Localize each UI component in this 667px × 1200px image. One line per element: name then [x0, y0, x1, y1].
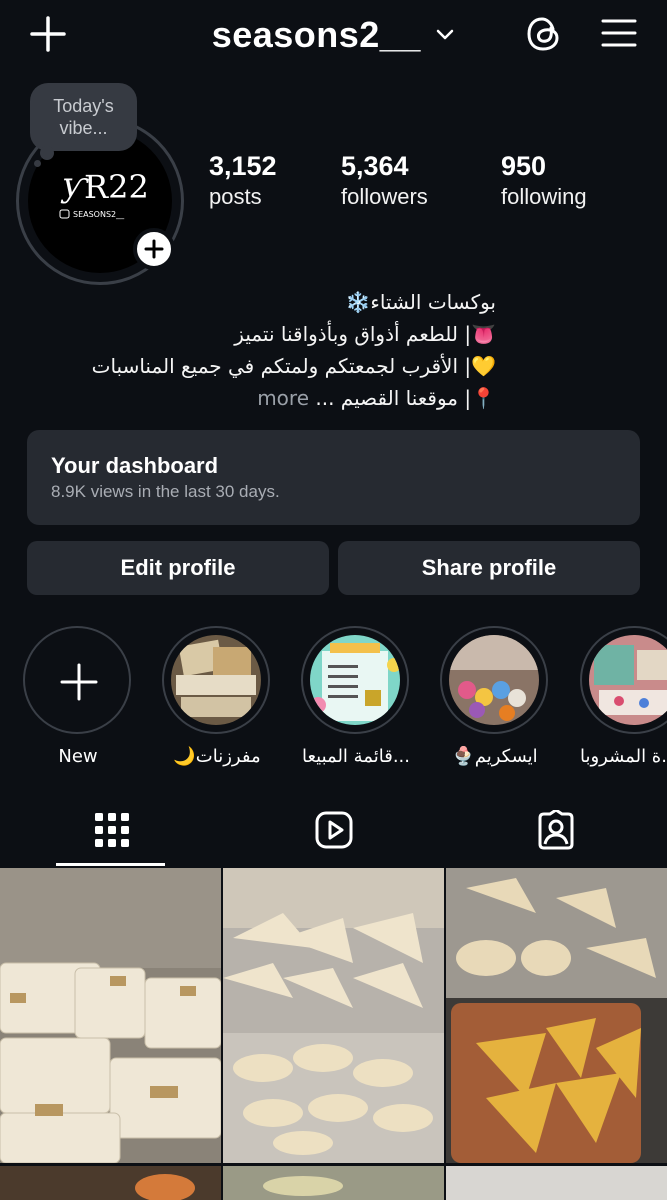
dashboard-title: Your dashboard	[51, 453, 219, 478]
highlight-label: قائمة المبيعا...	[302, 746, 410, 767]
plus-icon	[144, 239, 164, 259]
highlight-ring	[580, 626, 667, 734]
highlight-item[interactable]: قائمة المبيعا...	[301, 626, 411, 767]
edit-profile-button[interactable]: Edit profile	[27, 541, 329, 595]
highlight-thumbnail	[310, 635, 400, 725]
top-bar: seasons2__	[0, 0, 667, 70]
note-tail	[40, 146, 54, 160]
dashboard-card[interactable]: Your dashboard 8.9K views in the last 30…	[27, 430, 640, 525]
username: seasons2__	[211, 14, 421, 55]
username-switcher[interactable]: seasons2__	[0, 14, 667, 56]
menu-icon[interactable]	[600, 16, 638, 50]
bio-line-text: 📍| موقعنا القصيم ...	[315, 386, 496, 410]
followers-stat[interactable]: 5,364 followers	[341, 150, 428, 212]
highlight-thumbnail	[589, 635, 667, 725]
note-tail-dot	[34, 160, 41, 167]
post-thumbnail[interactable]	[0, 868, 221, 1163]
bio-line: 👅| للطعم أذواق وبأذواقنا نتميز	[234, 322, 496, 346]
bio: بوكسات الشتاء❄️ 👅| للطعم أذواق وبأذواقنا…	[26, 286, 496, 414]
highlight-label: New	[58, 746, 98, 767]
post-thumbnail[interactable]	[0, 1166, 221, 1200]
highlight-item[interactable]: ة المشروبا...	[580, 626, 667, 767]
svg-text:R22: R22	[84, 168, 149, 206]
bio-line: بوكسات الشتاء❄️	[345, 290, 496, 314]
note-bubble[interactable]: Today's vibe...	[30, 83, 137, 151]
highlight-ring	[301, 626, 409, 734]
active-tab-indicator	[56, 863, 165, 866]
tagged-icon[interactable]	[536, 810, 576, 850]
add-story-button[interactable]	[133, 228, 175, 270]
grid-icon[interactable]	[92, 810, 132, 850]
highlight-new[interactable]: New	[23, 626, 133, 767]
posts-count: 3,152	[209, 151, 277, 181]
post-thumbnail[interactable]	[446, 1166, 667, 1200]
post-thumbnail[interactable]	[223, 868, 444, 1163]
svg-text:SEASONS2__: SEASONS2__	[73, 210, 125, 219]
posts-label: posts	[209, 184, 262, 209]
more-link[interactable]: more	[257, 386, 309, 410]
following-stat[interactable]: 950 following	[501, 150, 587, 212]
post-thumbnail[interactable]	[223, 1166, 444, 1200]
highlight-label: 🌙مفرزنات	[173, 746, 261, 767]
following-count: 950	[501, 151, 547, 181]
post-thumbnail[interactable]	[446, 868, 667, 1163]
highlight-ring	[440, 626, 548, 734]
highlight-item[interactable]: 🌙مفرزنات	[162, 626, 272, 767]
highlight-label: ة المشروبا...	[580, 746, 667, 767]
bio-line: 💛| الأقرب لجمعتكم ولمتكم في جميع المناسب…	[91, 354, 496, 378]
following-label: following	[501, 184, 587, 209]
highlight-ring	[23, 626, 131, 734]
posts-stat[interactable]: 3,152 posts	[209, 150, 277, 212]
bio-line-last: 📍| موقعنا القصيم ... more	[26, 382, 496, 414]
plus-icon	[60, 663, 98, 701]
reels-icon[interactable]	[314, 810, 354, 850]
highlight-thumbnail	[171, 635, 261, 725]
threads-icon[interactable]	[524, 14, 564, 54]
highlight-item[interactable]: 🍨ايسكريم	[440, 626, 550, 767]
followers-count: 5,364	[341, 151, 409, 181]
note-text: Today's vibe...	[53, 96, 114, 138]
highlight-label: 🍨ايسكريم	[452, 746, 538, 767]
followers-label: followers	[341, 184, 428, 209]
share-profile-button[interactable]: Share profile	[338, 541, 640, 595]
highlight-ring	[162, 626, 270, 734]
highlight-thumbnail	[449, 635, 539, 725]
dashboard-subtitle: 8.9K views in the last 30 days.	[51, 482, 280, 501]
chevron-down-icon	[437, 29, 454, 40]
avatar-logo: ƴ R22 SEASONS2__	[59, 165, 149, 219]
